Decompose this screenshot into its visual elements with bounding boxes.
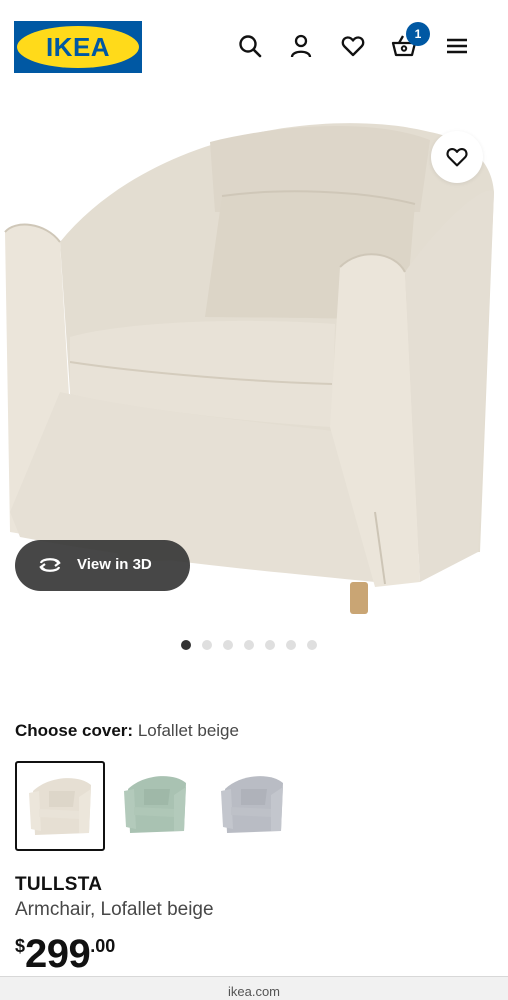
armchair-thumbnail-green — [124, 776, 186, 833]
armchair-thumbnail-grey — [221, 776, 283, 833]
carousel-dot-3[interactable] — [223, 640, 233, 650]
view-in-3d-label: View in 3D — [77, 556, 152, 573]
favorite-button[interactable] — [431, 131, 483, 183]
cart-count-badge: 1 — [406, 22, 430, 46]
browser-url: ikea.com — [227, 984, 281, 999]
product-image-gallery[interactable]: View in 3D — [0, 92, 508, 622]
price-currency: $ — [15, 936, 26, 956]
carousel-dot-5[interactable] — [265, 640, 275, 650]
choose-cover-value: Lofallet beige — [137, 721, 239, 740]
view-in-3d-button[interactable]: View in 3D — [15, 540, 190, 591]
choose-cover-label: Choose cover: Lofallet beige — [15, 721, 239, 741]
carousel-dot-7[interactable] — [307, 640, 317, 650]
cover-swatch-grey[interactable] — [209, 761, 299, 851]
rotate-3d-icon — [39, 558, 61, 572]
carousel-dot-4[interactable] — [244, 640, 254, 650]
carousel-dot-1[interactable] — [181, 640, 191, 650]
user-icon[interactable] — [287, 32, 315, 60]
svg-text:IKEA: IKEA — [46, 32, 110, 62]
ikea-logo[interactable]: IKEA — [14, 21, 142, 73]
price-integer: 299 — [25, 932, 91, 976]
top-header: IKEA 1 — [0, 0, 508, 92]
product-name: TULLSTA — [15, 874, 103, 895]
browser-url-bar[interactable]: ikea.com — [0, 976, 508, 1000]
product-price: $299.00 — [15, 932, 115, 977]
product-description: Armchair, Lofallet beige — [15, 899, 214, 920]
heart-icon — [446, 148, 468, 167]
menu-icon[interactable] — [443, 32, 471, 60]
cover-swatch-green[interactable] — [112, 761, 202, 851]
cover-swatch-beige[interactable] — [15, 761, 105, 851]
heart-icon[interactable] — [339, 32, 367, 60]
armchair-thumbnail-beige — [29, 778, 91, 835]
choose-cover-heading: Choose cover: — [15, 721, 134, 740]
carousel-dot-6[interactable] — [286, 640, 296, 650]
price-decimal: .00 — [90, 936, 116, 956]
search-icon[interactable] — [236, 32, 264, 60]
carousel-dot-2[interactable] — [202, 640, 212, 650]
